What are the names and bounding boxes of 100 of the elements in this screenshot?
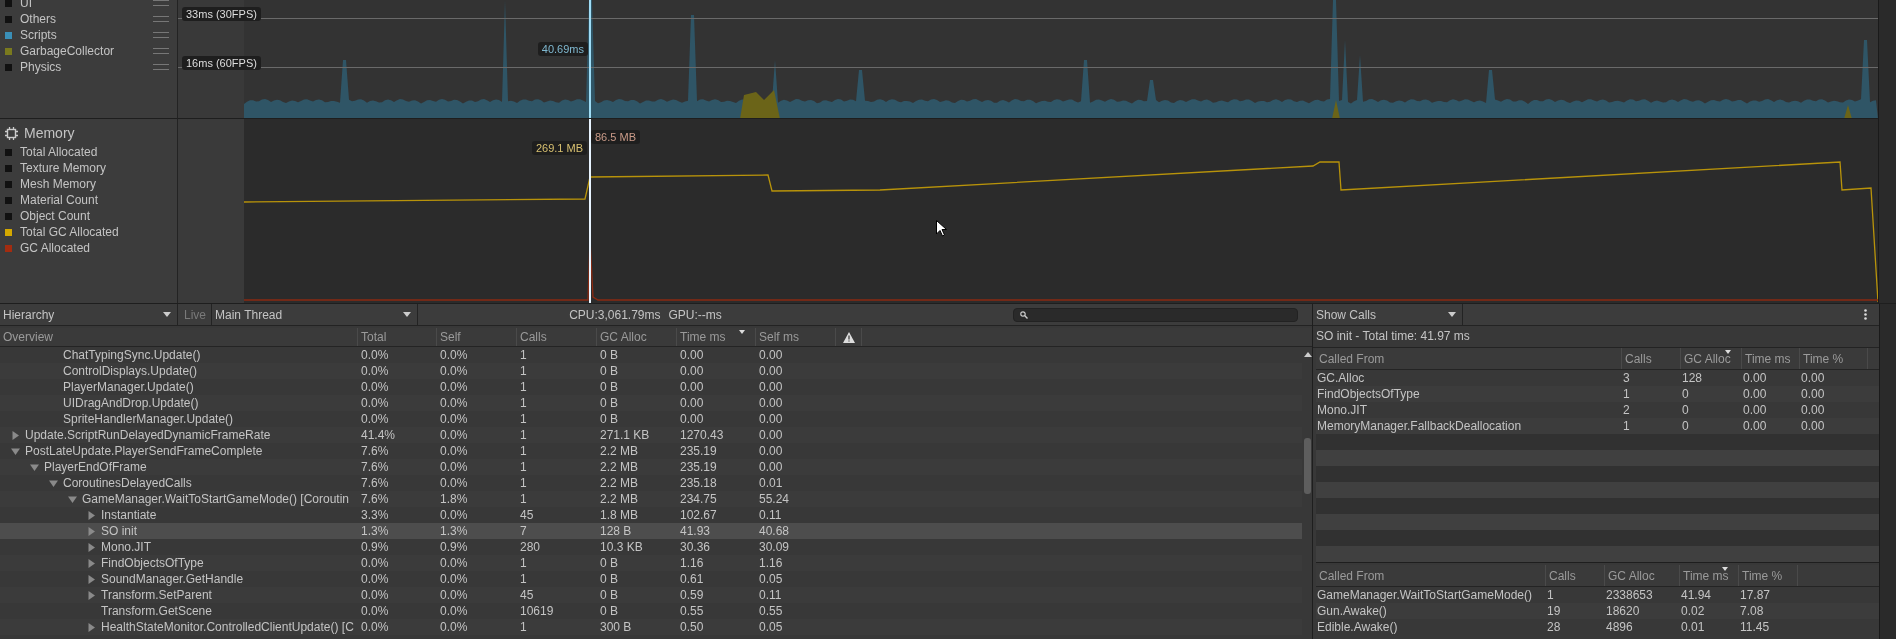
column-header[interactable]: Total [358,328,437,346]
table-cell-text: 0.05 [758,620,784,634]
drag-handle-icon[interactable] [153,32,169,38]
expand-arrow-icon[interactable] [11,446,20,456]
legend-label[interactable]: Total GC Allocated [20,225,177,239]
column-header[interactable]: GC Alloc [597,328,677,346]
hierarchy-row[interactable]: CoroutinesDelayedCalls 7.6% 0.0% 1 2.2 MB 235.18 0.01 [0,475,1302,491]
legend-label[interactable]: GC Allocated [20,241,177,255]
more-options-icon[interactable] [1864,309,1867,320]
table-cell-text: 0.00 [1800,370,1826,386]
hierarchy-row[interactable]: Transform.GetScene 0.0% 0.0% 10619 0 B 0.55 0.55 [0,603,1302,619]
expand-arrow-icon[interactable] [87,542,96,552]
table-cell-text: 0.0% [439,476,469,490]
table-cell-text: 0.00 [1742,402,1768,418]
table-cell-text: 0.00 [679,396,705,410]
expand-arrow-icon[interactable] [11,430,20,440]
table-cell-text: 0.11 [758,508,783,522]
table-cell-text: Gun.Awake() [1316,603,1388,619]
table-cell-text: 41.94 [1680,587,1713,603]
drag-handle-icon[interactable] [153,64,169,70]
column-header[interactable]: Called From [1316,565,1546,586]
column-header[interactable]: Calls [1622,348,1681,369]
table-cell-text: 102.67 [679,508,718,522]
legend-label[interactable]: Texture Memory [20,161,177,175]
legend-label[interactable]: Physics [20,60,153,74]
gpu-time-text: GPU:--ms [668,307,722,322]
cpu-usage-chart[interactable]: 33ms (30FPS) 16ms (60FPS) 40.69ms [178,0,1878,119]
table-cell-text: 0 [1681,386,1690,402]
legend-label[interactable]: Scripts [20,28,153,42]
table-cell-text: 1 [519,412,528,426]
expand-arrow-icon[interactable] [87,526,96,536]
module-title: Memory [24,125,75,141]
column-header[interactable]: Time ms [1680,565,1739,586]
search-field[interactable] [1013,307,1298,322]
drag-handle-icon[interactable] [153,16,169,22]
hierarchy-row[interactable]: SO init 1.3% 1.3% 7 128 B 41.93 40.68 [0,523,1302,539]
details-mode-dropdown[interactable]: Show Calls [1313,304,1463,325]
expand-arrow-icon[interactable] [68,494,77,504]
table-cell-text: 1 [519,380,528,394]
column-header[interactable]: Calls [517,328,597,346]
table-cell-text: 1 [519,364,528,378]
column-header[interactable]: Calls [1546,565,1605,586]
legend-label[interactable]: Total Allocated [20,145,177,159]
column-header[interactable]: Time ms [677,328,756,346]
table-cell-text: 0.00 [1742,418,1768,434]
table-cell-text: 0 B [599,588,619,602]
expand-arrow-icon[interactable] [87,622,96,632]
table-cell-text: 0.0% [360,380,390,394]
legend-label[interactable]: Material Count [20,193,177,207]
column-header[interactable]: GC Alloc [1605,565,1680,586]
table-cell-text: 0.05 [758,572,784,586]
column-header[interactable]: Self [437,328,517,346]
hierarchy-row[interactable]: ChatTypingSync.Update() 0.0% 0.0% 1 0 B 0.00 0.00 [0,347,1302,363]
table-cell-text: 0.00 [679,348,705,362]
table-cell-text: 0.0% [439,412,469,426]
table-cell-text: 0.55 [758,604,784,618]
table-cell-text: 0.0% [439,556,469,570]
column-header[interactable]: Called From [1316,348,1622,369]
table-cell-text: 2.2 MB [599,460,639,474]
expand-arrow-icon[interactable] [87,574,96,584]
hierarchy-row[interactable]: SoundManager.GetHandle 0.0% 0.0% 1 0 B 0.61 0.05 [0,571,1302,587]
legend-label[interactable]: Object Count [20,209,177,223]
drag-handle-icon[interactable] [153,0,169,6]
function-name: FindObjectsOfType [101,556,204,570]
legend-label[interactable]: GarbageCollector [20,44,153,58]
hierarchy-row[interactable]: Mono.JIT 0.9% 0.9% 280 10.3 KB 30.36 30.09 [0,539,1302,555]
table-cell-text: 1 [519,556,528,570]
table-cell-text: Mono.JIT [1316,402,1368,418]
table-cell-text: 0.0% [360,556,390,570]
expand-arrow-icon[interactable] [87,510,96,520]
legend-label[interactable]: Mesh Memory [20,177,177,191]
column-header[interactable]: Overview [0,328,358,346]
legend-label[interactable]: Others [20,12,153,26]
scroll-up-icon[interactable] [1303,352,1312,357]
hierarchy-row[interactable]: Instantiate 3.3% 0.0% 45 1.8 MB 102.67 0.11 [0,507,1302,523]
hierarchy-row[interactable]: PostLateUpdate.PlayerSendFrameComplete 7.6% 0.0% 1 2.2 MB 235.19 0.00 [0,443,1302,459]
memory-value-label: 269.1 MB [531,141,587,155]
memory-chart[interactable]: 269.1 MB 86.5 MB [178,119,1878,303]
column-header[interactable]: Time % [1800,348,1868,369]
column-header[interactable]: Time ms [1742,348,1800,369]
table-cell-text: 0.55 [679,604,705,618]
warning-icon[interactable] [842,331,855,343]
table-cell-text: 235.19 [679,460,718,474]
hierarchy-row[interactable]: PlayerManager.Update() 0.0% 0.0% 1 0 B 0.00 0.00 [0,379,1302,395]
table-cell-text: 0.0% [360,620,390,634]
expand-arrow-icon[interactable] [87,590,96,600]
table-cell-text: 0.00 [758,460,784,474]
table-cell-text: 0.59 [679,588,705,602]
column-header[interactable]: GC Alloc [1681,348,1742,369]
hierarchy-row[interactable]: SpriteHandlerManager.Update() 0.0% 0.0% 1 0 B 0.00 0.00 [0,411,1302,427]
scrollbar-thumb[interactable] [1304,438,1311,494]
table-cell-text: 45 [519,508,535,522]
drag-handle-icon[interactable] [153,48,169,54]
expand-arrow-icon[interactable] [30,462,39,472]
column-header[interactable]: Self ms [756,328,836,346]
expand-arrow-icon[interactable] [87,558,96,568]
table-cell-text: 4896 [1605,619,1634,635]
column-header[interactable]: Time % [1739,565,1798,586]
expand-arrow-icon[interactable] [49,478,58,488]
fps-marker-label: 33ms (30FPS) [182,7,261,21]
